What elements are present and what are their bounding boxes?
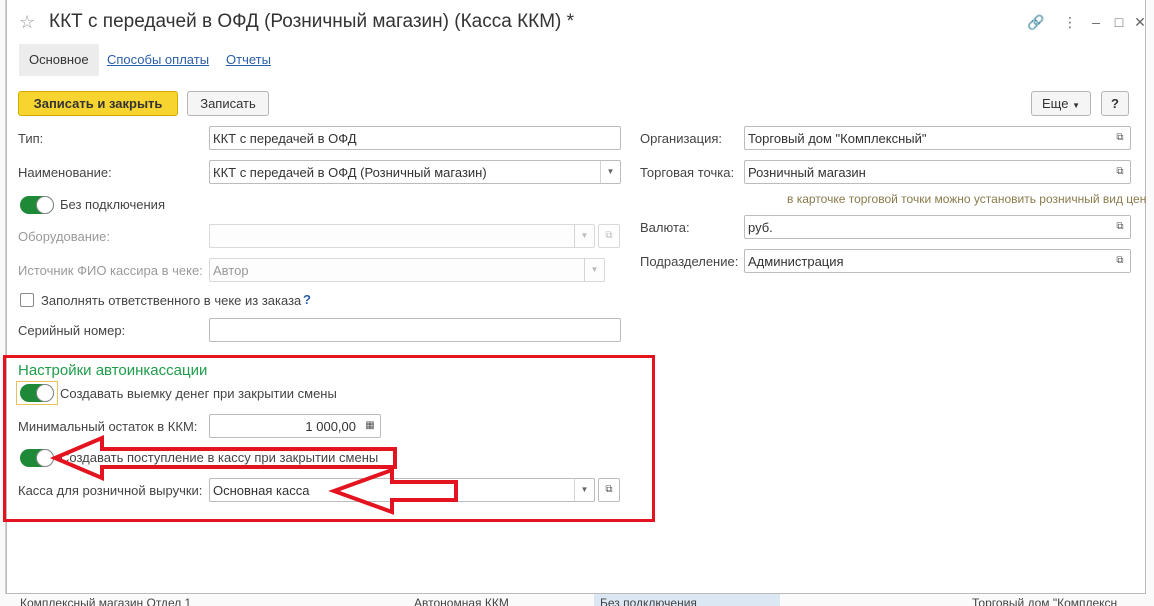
annotation-arrow-left-2 xyxy=(328,467,458,515)
annotation-arrows xyxy=(49,434,458,515)
annotation-arrow-left-1 xyxy=(49,434,397,482)
